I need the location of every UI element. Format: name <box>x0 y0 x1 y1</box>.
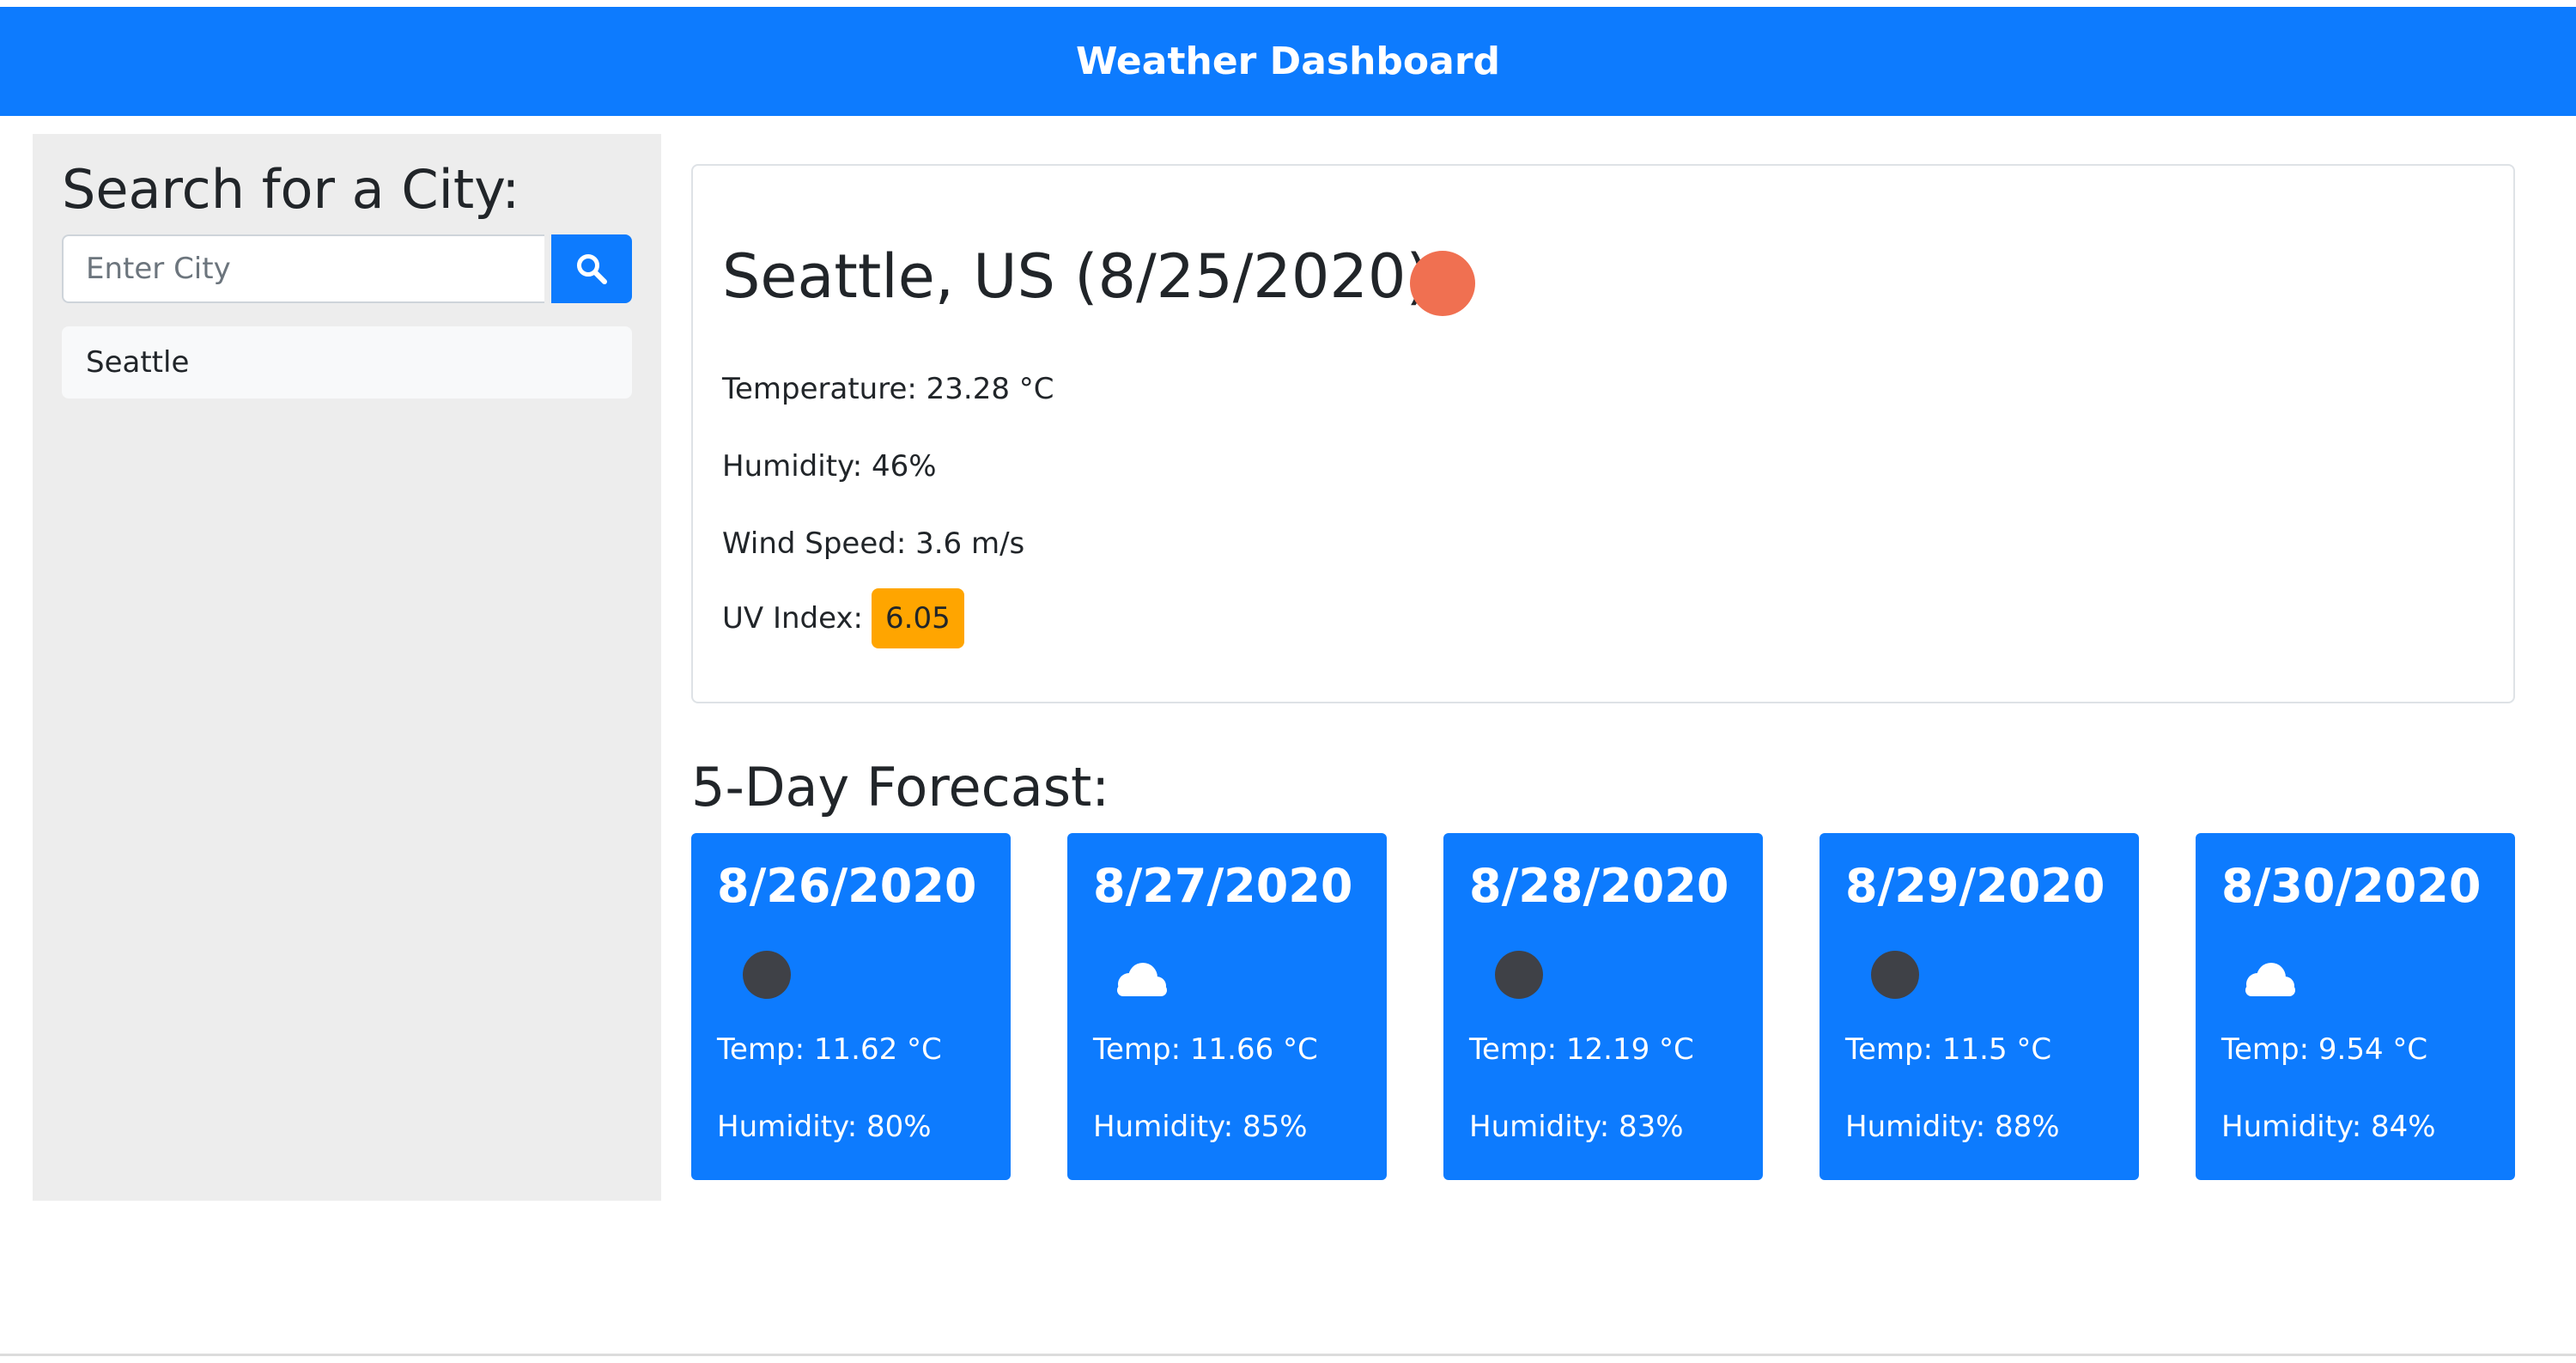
dark-circle-icon <box>1495 951 1543 999</box>
cloud-icon <box>1117 963 1167 996</box>
forecast-date: 8/30/2020 <box>2221 859 2482 913</box>
forecast-card: 8/26/2020 Temp: 11.62 °C Humidity: 80% <box>691 833 1011 1180</box>
forecast-card: 8/30/2020 Temp: 9.54 °C Humidity: 84% <box>2196 833 2515 1180</box>
uv-index-row: UV Index: 6.05 <box>722 588 964 648</box>
forecast-date: 8/26/2020 <box>717 859 977 913</box>
forecast-temp: Temp: 12.19 °C <box>1469 1032 1694 1067</box>
search-heading: Search for a City: <box>62 158 520 221</box>
forecast-date: 8/29/2020 <box>1845 859 2105 913</box>
search-sidebar: Search for a City: Seattle <box>33 134 661 1201</box>
forecast-row: 8/26/2020 Temp: 11.62 °C Humidity: 80% 8… <box>691 833 2515 1180</box>
temperature-text: Temperature: 23.28 °C <box>722 372 1054 406</box>
uv-index-badge: 6.05 <box>872 588 964 648</box>
humidity-text: Humidity: 46% <box>722 449 937 484</box>
forecast-card: 8/28/2020 Temp: 12.19 °C Humidity: 83% <box>1443 833 1763 1180</box>
search-button[interactable] <box>551 234 632 303</box>
app-title: Weather Dashboard <box>1075 40 1501 83</box>
forecast-temp: Temp: 11.66 °C <box>1093 1032 1318 1067</box>
dark-circle-icon <box>1871 951 1919 999</box>
wind-speed-text: Wind Speed: 3.6 m/s <box>722 526 1025 561</box>
forecast-humidity: Humidity: 88% <box>1845 1110 2060 1144</box>
city-date-heading: Seattle, US (8/25/2020) <box>722 241 1430 312</box>
search-history-item[interactable]: Seattle <box>62 326 632 399</box>
forecast-date: 8/28/2020 <box>1469 859 1729 913</box>
forecast-card: 8/27/2020 Temp: 11.66 °C Humidity: 85% <box>1067 833 1387 1180</box>
forecast-humidity: Humidity: 83% <box>1469 1110 1684 1144</box>
forecast-temp: Temp: 9.54 °C <box>2221 1032 2428 1067</box>
uv-index-label: UV Index: <box>722 601 864 636</box>
dark-circle-icon <box>743 951 791 999</box>
forecast-temp: Temp: 11.5 °C <box>1845 1032 2052 1067</box>
forecast-temp: Temp: 11.62 °C <box>717 1032 942 1067</box>
city-search-input[interactable] <box>62 234 544 303</box>
forecast-heading: 5-Day Forecast: <box>691 756 1110 818</box>
sun-icon <box>1410 251 1475 316</box>
cloud-icon <box>2245 963 2295 996</box>
forecast-date: 8/27/2020 <box>1093 859 1353 913</box>
search-icon <box>577 254 607 284</box>
forecast-humidity: Humidity: 80% <box>717 1110 932 1144</box>
navbar: Weather Dashboard <box>0 7 2576 116</box>
top-strip <box>0 0 2576 7</box>
forecast-humidity: Humidity: 85% <box>1093 1110 1308 1144</box>
forecast-humidity: Humidity: 84% <box>2221 1110 2436 1144</box>
history-item-label: Seattle <box>86 345 190 380</box>
footer-divider <box>0 1354 2576 1356</box>
forecast-card: 8/29/2020 Temp: 11.5 °C Humidity: 88% <box>1820 833 2139 1180</box>
current-weather-card: Seattle, US (8/25/2020) Temperature: 23.… <box>691 164 2515 703</box>
